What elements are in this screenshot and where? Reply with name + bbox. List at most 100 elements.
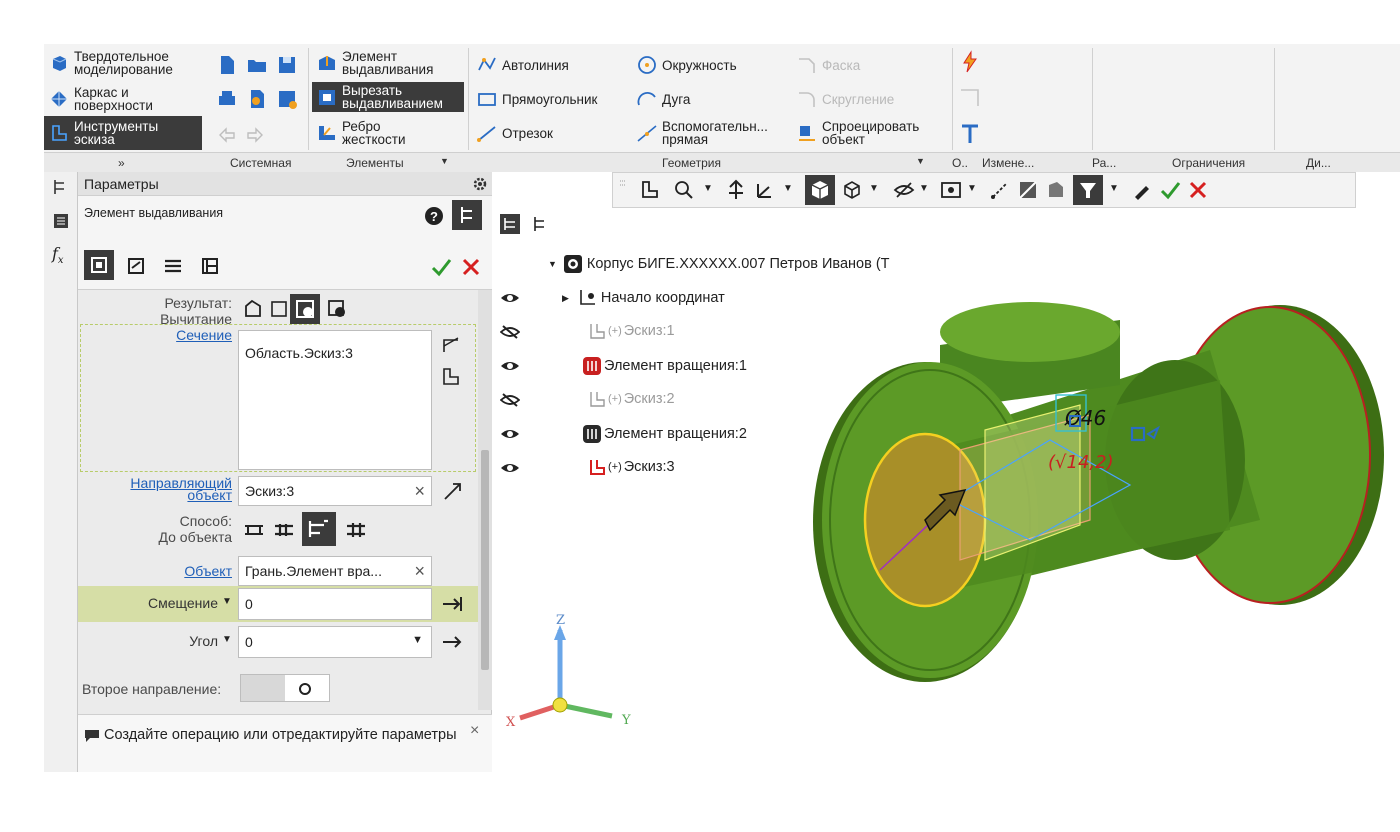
result-subtract-button[interactable]: [290, 294, 320, 324]
arc-button[interactable]: Дуга: [636, 88, 690, 110]
visibility-dropdown[interactable]: ▼: [967, 183, 977, 194]
circle-button[interactable]: Окружность: [636, 54, 737, 76]
result-intersect-icon[interactable]: [326, 298, 348, 320]
filter-button[interactable]: [1073, 175, 1103, 205]
offset-label[interactable]: Смещение: [118, 596, 218, 610]
visible-eye-icon[interactable]: [500, 427, 520, 441]
text-icon[interactable]: [958, 122, 982, 146]
settings-gear-icon[interactable]: [472, 176, 488, 192]
object-field[interactable]: Грань.Элемент вра... ×: [238, 556, 432, 586]
guide-object-link-2[interactable]: объект: [98, 488, 232, 502]
visible-eye-icon[interactable]: [500, 359, 520, 373]
mode-sketch-tools[interactable]: Инструменты эскиза: [44, 116, 202, 150]
redo-icon[interactable]: [244, 124, 266, 146]
fillet-button[interactable]: Скругление: [796, 88, 894, 110]
tab-parameters[interactable]: [84, 250, 114, 280]
tree-item-origin[interactable]: ▶ Начало координат: [562, 288, 725, 308]
hidden-eye-icon[interactable]: [500, 325, 520, 339]
save-icon[interactable]: [276, 54, 298, 76]
tree-item-revolve1[interactable]: Элемент вращения:1: [582, 356, 747, 376]
group-geometry-dropdown[interactable]: ▼: [916, 156, 925, 166]
results-icon[interactable]: [162, 256, 184, 276]
select-section-icon[interactable]: [440, 334, 462, 356]
section-list[interactable]: Область.Эскиз:3: [238, 330, 432, 470]
rib-button[interactable]: Ребро жесткости: [316, 120, 406, 146]
tree-item-revolve2[interactable]: Элемент вращения:2: [582, 424, 747, 444]
properties-tab-icon[interactable]: [52, 212, 70, 230]
angle-combo-arrow[interactable]: ▼: [412, 634, 423, 646]
offset-direction-icon[interactable]: [440, 594, 464, 614]
confirm-check-icon[interactable]: [1159, 179, 1181, 201]
save-as-icon[interactable]: [276, 88, 298, 110]
visibility-filter-icon[interactable]: [939, 179, 963, 201]
object-link[interactable]: Объект: [118, 564, 232, 578]
mode-solid-modeling[interactable]: Твердотельное моделирование: [44, 46, 202, 80]
sketch-view-icon[interactable]: [639, 179, 661, 201]
mode-wireframe-surfaces[interactable]: Каркас и поверхности: [44, 82, 202, 116]
new-file-icon[interactable]: [216, 54, 238, 76]
tree-alt-icon[interactable]: [530, 214, 550, 234]
collapse-root-icon[interactable]: ▼: [548, 259, 557, 269]
tree-tab-icon[interactable]: [52, 178, 70, 196]
offset-dropdown-arrow[interactable]: ▼: [222, 596, 232, 607]
hidden-eye-icon[interactable]: [500, 393, 520, 407]
display-mode-button[interactable]: [805, 175, 835, 205]
properties-icon[interactable]: [200, 256, 220, 276]
chamfer-button[interactable]: Фаска: [796, 54, 860, 76]
close-hint-icon[interactable]: ×: [470, 721, 479, 741]
project-object-button[interactable]: Спроецировать объект: [796, 120, 919, 146]
auxiliary-line-button[interactable]: Вспомогательн... прямая: [636, 120, 768, 146]
measure-icon[interactable]: [989, 179, 1011, 201]
angle-input[interactable]: 0 ▼: [238, 626, 432, 658]
method-through-all-icon[interactable]: [272, 518, 296, 542]
hide-icon[interactable]: [893, 179, 915, 201]
angle-dropdown-arrow[interactable]: ▼: [222, 634, 232, 645]
model-viewport[interactable]: Ø46 (√14,2): [780, 270, 1400, 710]
variables-tab-icon[interactable]: fx: [52, 244, 64, 266]
clear-guide-icon[interactable]: ×: [414, 481, 425, 502]
hide-dropdown[interactable]: ▼: [919, 183, 929, 194]
guide-object-field[interactable]: Эскиз:3 ×: [238, 476, 432, 506]
method-to-surface-icon[interactable]: [344, 518, 368, 542]
group-geometry[interactable]: Геометрия: [662, 156, 721, 170]
help-icon[interactable]: ?: [424, 206, 444, 226]
lightning-icon[interactable]: [958, 50, 982, 74]
apply-check-icon[interactable]: [430, 256, 452, 278]
segment-button[interactable]: Отрезок: [476, 122, 553, 144]
direction-arrow-icon[interactable]: [442, 480, 464, 502]
group-elements-dropdown[interactable]: ▼: [440, 156, 449, 166]
group-change[interactable]: Измене...: [982, 156, 1034, 170]
method-distance-icon[interactable]: [242, 518, 266, 542]
zoom-icon[interactable]: [673, 179, 695, 201]
filter-dropdown[interactable]: ▼: [1109, 183, 1119, 194]
cancel-x-icon[interactable]: [460, 256, 482, 278]
sketch-select-icon[interactable]: [440, 366, 462, 388]
dimension-roughness[interactable]: (√14,2): [1048, 452, 1114, 473]
section-link[interactable]: Сечение: [118, 328, 232, 342]
tree-structure-icon[interactable]: [500, 214, 520, 234]
group-o[interactable]: О..: [952, 156, 968, 170]
group-constraints[interactable]: Ограничения: [1172, 156, 1245, 170]
group-elements[interactable]: Элементы: [346, 156, 404, 170]
extrude-element-button[interactable]: Элемент выдавливания: [316, 50, 433, 76]
orientation-dropdown[interactable]: ▼: [783, 183, 793, 194]
offset-input[interactable]: 0: [238, 588, 432, 620]
undo-icon[interactable]: [216, 124, 238, 146]
second-direction-toggle[interactable]: [240, 674, 330, 702]
section-list-item[interactable]: Область.Эскиз:3: [245, 345, 353, 361]
extend-icon[interactable]: [958, 86, 982, 110]
autoline-button[interactable]: Автолиния: [476, 54, 569, 76]
clear-object-icon[interactable]: ×: [414, 561, 425, 582]
section-view-icon[interactable]: [1017, 179, 1039, 201]
print-icon[interactable]: [216, 88, 238, 110]
angle-label[interactable]: Угол: [118, 634, 218, 648]
rectangle-button[interactable]: Прямоугольник: [476, 88, 597, 110]
result-new-body-icon[interactable]: [270, 300, 288, 318]
zoom-dropdown[interactable]: ▼: [703, 183, 713, 194]
properties-view-icon[interactable]: [1045, 179, 1067, 201]
tree-item-sketch3[interactable]: (+) Эскиз:3: [588, 458, 675, 476]
visible-eye-icon[interactable]: [500, 291, 520, 305]
preview-icon[interactable]: [246, 88, 268, 110]
display-dropdown[interactable]: ▼: [869, 183, 879, 194]
method-to-object-button[interactable]: [302, 512, 336, 546]
